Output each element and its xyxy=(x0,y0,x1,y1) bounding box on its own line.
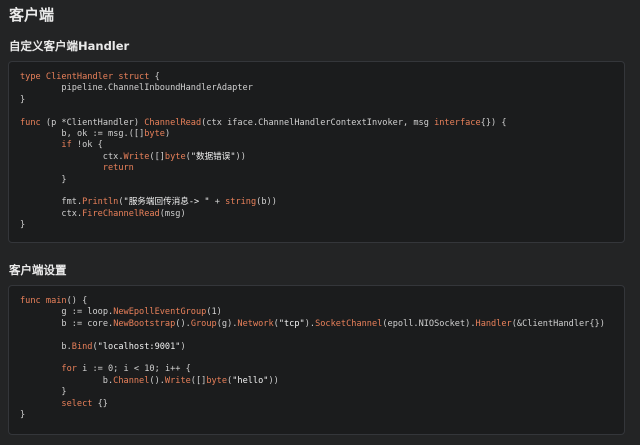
code-line: select {} xyxy=(61,398,108,409)
code-line: func main() { xyxy=(20,296,88,306)
code-line: } xyxy=(20,220,26,231)
code-line: fmt.Println("服务端回传消息-> " + string(b)) xyxy=(61,197,277,208)
subsection-title-client-setup: 客户端设置 xyxy=(9,263,67,277)
code-line: ctx.FireChannelRead(msg) xyxy=(61,208,186,219)
page-title: 客户端 xyxy=(9,6,55,24)
code-content: type ClientHandler struct { pipeline.Cha… xyxy=(20,72,618,231)
code-block-client-setup: func main() { g := loop.NewEpollEventGro… xyxy=(8,285,625,435)
code-line: } xyxy=(20,409,26,420)
code-line: pipeline.ChannelInboundHandlerAdapter xyxy=(61,83,253,94)
code-line: ctx.Write([]byte("数据错误")) xyxy=(102,151,246,162)
code-line: } xyxy=(20,387,67,398)
code-line: b.Bind("localhost:9001") xyxy=(61,341,186,352)
code-line: type ClientHandler struct { xyxy=(20,72,160,82)
code-line: b := core.NewBootstrap().Group(g).Networ… xyxy=(61,318,605,329)
code-line: } xyxy=(20,94,26,105)
code-line: return xyxy=(102,163,134,174)
code-line: } xyxy=(20,174,67,185)
code-line: func (p *ClientHandler) ChannelRead(ctx … xyxy=(20,117,507,128)
subsection-title-handler: 自定义客户端Handler xyxy=(9,39,130,53)
code-line: b.Channel().Write([]byte("hello")) xyxy=(102,375,279,386)
code-line: g := loop.NewEpollEventGroup(1) xyxy=(61,307,222,318)
code-line: if !ok { xyxy=(61,140,103,151)
code-content: func main() { g := loop.NewEpollEventGro… xyxy=(20,296,618,421)
code-line: for i := 0; i < 10; i++ { xyxy=(61,364,191,375)
code-line: b, ok := msg.([]byte) xyxy=(61,128,171,139)
code-block-handler: type ClientHandler struct { pipeline.Cha… xyxy=(8,61,625,243)
